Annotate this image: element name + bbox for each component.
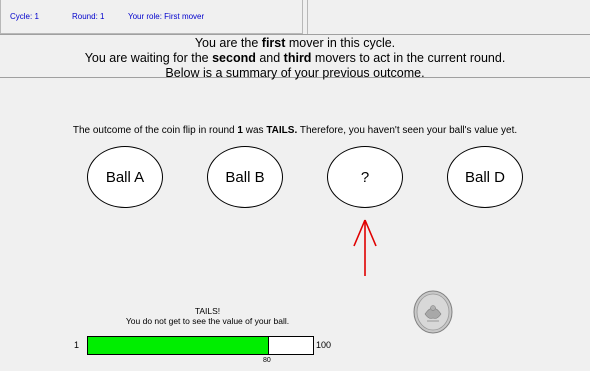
result-body: You do not get to see the value of your … xyxy=(125,316,290,326)
header-line-2: You are waiting for the second and third… xyxy=(84,51,506,65)
bar-value-label: 80 xyxy=(263,357,271,364)
cycle-label: Cycle: 1 xyxy=(10,12,39,21)
ball-d: Ball D xyxy=(447,146,523,208)
header-line-1: You are the first mover in this cycle. xyxy=(194,36,396,50)
ball-a: Ball A xyxy=(87,146,163,208)
ball-b: Ball B xyxy=(207,146,283,208)
bar-min-label: 1 xyxy=(74,340,80,350)
header-line-3: Below is a summary of your previous outc… xyxy=(165,66,425,80)
round-label: Round: 1 xyxy=(72,12,105,21)
instructions-header: You are the first mover in this cycle. Y… xyxy=(0,36,590,80)
result-message: TAILS! You do not get to see the value o… xyxy=(100,306,315,326)
status-bar: Cycle: 1 Round: 1 Your role: First mover xyxy=(0,0,590,35)
ball-value-bar xyxy=(87,336,314,355)
status-divider xyxy=(303,0,308,34)
ball-c-unknown: ? xyxy=(327,146,403,208)
coin-flip-outcome-text: The outcome of the coin flip in round 1 … xyxy=(72,125,518,136)
role-label: Your role: First mover xyxy=(128,12,205,21)
result-title: TAILS! xyxy=(194,306,221,316)
bar-max-label: 100 xyxy=(316,340,332,350)
pointer-arrow-icon xyxy=(353,219,377,276)
coin-tails-icon xyxy=(413,290,453,334)
ball-value-bar-fill xyxy=(88,337,269,354)
